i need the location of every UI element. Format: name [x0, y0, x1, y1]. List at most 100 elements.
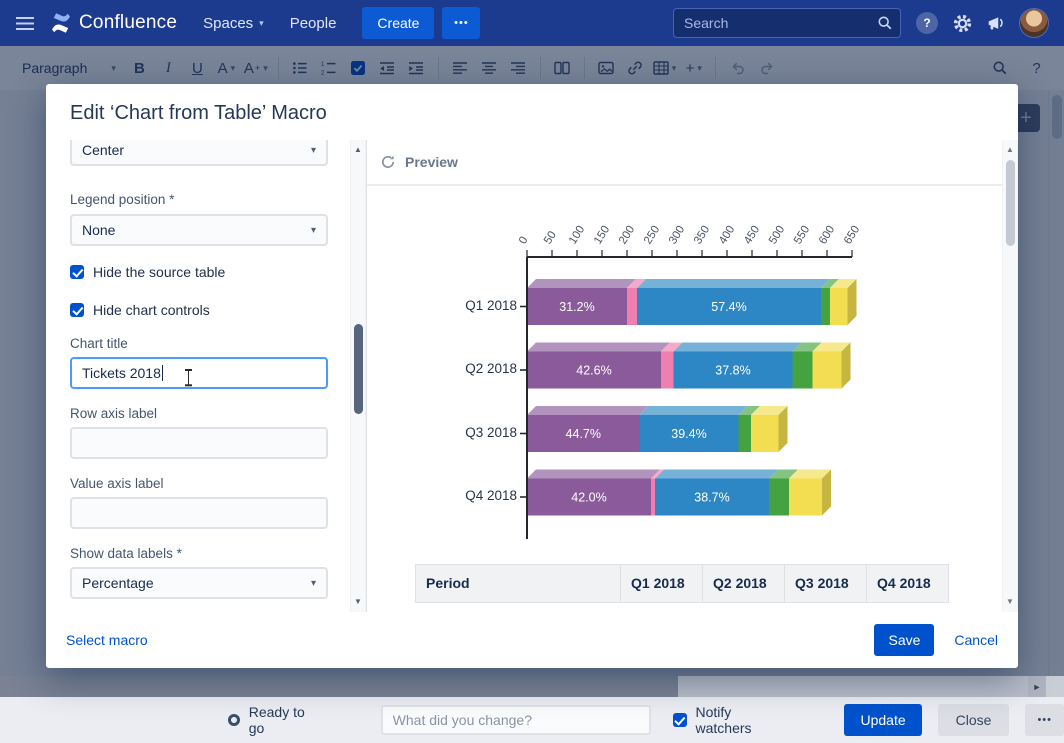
bar-segment-top [527, 279, 636, 288]
preview-scrollbar-thumb[interactable] [1006, 160, 1015, 246]
confluence-logo-icon [50, 12, 72, 34]
category-label: Q4 2018 [377, 488, 517, 503]
show-data-labels-label: Show data labels * [70, 546, 328, 562]
hide-chart-controls-checkbox[interactable]: Hide chart controls [70, 302, 328, 318]
nav-spaces[interactable]: Spaces ▾ [203, 15, 264, 32]
preview-table: Period Q1 2018 Q2 2018 Q3 2018 Q4 2018 [415, 564, 949, 603]
bar-data-label: 57.4% [711, 300, 746, 314]
save-button[interactable]: Save [874, 624, 934, 656]
preview-table-header: Q3 2018 [785, 565, 867, 603]
bar-data-label: 31.2% [559, 300, 594, 314]
checkbox-checked-icon[interactable] [70, 265, 84, 279]
bar-segment [651, 479, 655, 516]
chevron-down-icon: ▾ [311, 578, 316, 589]
macro-form: Center ▾ Legend position * None ▾ Hide t… [46, 140, 350, 612]
modal-footer: Select macro Save Cancel [46, 612, 1018, 668]
bar-segment [813, 352, 842, 389]
bottom-more-button[interactable]: ••• [1025, 704, 1064, 736]
preview-pane: Preview 31.2%57.4%42.6%37.8%44.7%39.4%42… [366, 140, 1002, 612]
value-axis-input[interactable] [70, 497, 328, 529]
bar-segment-top [527, 406, 649, 415]
show-data-labels-value: Percentage [82, 575, 154, 591]
bar-segment [789, 479, 822, 516]
horizontal-scrollbar-thumb[interactable] [0, 676, 678, 697]
show-data-labels-select[interactable]: Percentage ▾ [70, 567, 328, 599]
brand-text: Confluence [79, 12, 177, 34]
ibeam-cursor [184, 369, 193, 386]
horizontal-scrollbar-track[interactable] [0, 676, 1028, 697]
nav-people-label: People [290, 15, 337, 32]
notify-watchers-checkbox[interactable]: Notify watchers [673, 704, 787, 736]
scroll-down-arrow[interactable]: ▼ [351, 594, 365, 610]
status-circle-icon [228, 714, 240, 726]
scroll-right-arrow[interactable]: ► [1028, 676, 1046, 697]
refresh-icon[interactable] [380, 154, 396, 170]
help-icon[interactable]: ? [916, 12, 938, 34]
megaphone-icon[interactable] [987, 14, 1005, 32]
bar-segment [821, 288, 830, 325]
bar-segment [661, 352, 674, 389]
nav-spaces-label: Spaces [203, 15, 253, 32]
bar-data-label: 38.7% [694, 491, 729, 505]
bar-segment [751, 415, 779, 452]
category-label: Q2 2018 [377, 361, 517, 376]
update-button[interactable]: Update [844, 704, 921, 736]
create-button[interactable]: Create [362, 7, 434, 39]
chevron-down-icon: ▾ [311, 225, 316, 236]
settings-gear-icon[interactable] [953, 14, 972, 33]
legend-position-label: Legend position * [70, 192, 328, 208]
form-scrollbar[interactable]: ▲ ▼ [350, 140, 366, 612]
hide-source-table-label: Hide the source table [93, 264, 225, 280]
bar-data-label: 44.7% [566, 427, 601, 441]
scroll-up-arrow[interactable]: ▲ [351, 142, 365, 158]
bar-data-label: 37.8% [715, 364, 750, 378]
preview-table-header: Q2 2018 [703, 565, 785, 603]
modal-body: Center ▾ Legend position * None ▾ Hide t… [46, 140, 1018, 612]
row-axis-input[interactable] [70, 427, 328, 459]
bar-segment [830, 288, 848, 325]
scroll-down-arrow[interactable]: ▼ [1003, 594, 1017, 610]
search-icon[interactable] [877, 15, 893, 31]
preview-table-header: Q4 2018 [867, 565, 949, 603]
close-button[interactable]: Close [938, 704, 1010, 736]
bar-segment-top [640, 406, 748, 415]
top-navbar: Confluence Spaces ▾ People Create ••• ? [0, 0, 1064, 46]
nav-people[interactable]: People [290, 15, 337, 32]
checkbox-checked-icon[interactable] [70, 303, 84, 317]
legend-position-select[interactable]: None ▾ [70, 214, 328, 246]
category-label: Q3 2018 [377, 425, 517, 440]
bar-segment-top [674, 343, 802, 352]
hide-chart-controls-label: Hide chart controls [93, 302, 210, 318]
user-avatar[interactable] [1020, 9, 1048, 37]
chevron-down-icon: ▾ [311, 145, 316, 156]
form-scrollbar-thumb[interactable] [354, 324, 363, 414]
preview-table-header: Q1 2018 [621, 565, 703, 603]
confluence-home-link[interactable]: Confluence [50, 12, 177, 34]
scrollbar-corner [1046, 676, 1064, 697]
bar-segment-top [527, 343, 670, 352]
modal-title: Edit ‘Chart from Table’ Macro [70, 102, 994, 125]
checkbox-checked-icon[interactable] [673, 713, 687, 727]
select-macro-link[interactable]: Select macro [66, 632, 148, 648]
horizontal-scrollbar[interactable]: ► [0, 676, 1064, 697]
bar-data-label: 39.4% [671, 427, 706, 441]
hamburger-menu-icon[interactable] [16, 17, 34, 30]
preview-content: 31.2%57.4%42.6%37.8%44.7%39.4%42.0%38.7%… [367, 186, 1002, 612]
alignment-select[interactable]: Center ▾ [70, 140, 328, 166]
preview-title: Preview [405, 154, 458, 170]
bar-segment [627, 288, 637, 325]
value-axis-label: Value axis label [70, 476, 328, 492]
preview-scrollbar[interactable]: ▲ ▼ [1002, 140, 1018, 612]
hide-source-table-checkbox[interactable]: Hide the source table [70, 264, 328, 280]
scroll-up-arrow[interactable]: ▲ [1003, 142, 1017, 158]
bar-segment [739, 415, 752, 452]
search-input[interactable] [673, 8, 901, 38]
alignment-select-value: Center [82, 142, 124, 158]
global-search [673, 8, 901, 38]
version-comment-input[interactable] [381, 705, 651, 735]
chart-title-input[interactable]: Tickets 2018 [70, 357, 328, 389]
category-label: Q1 2018 [377, 298, 517, 313]
preview-header: Preview [367, 140, 1002, 186]
nav-more-button[interactable]: ••• [442, 7, 480, 39]
cancel-button[interactable]: Cancel [954, 632, 998, 648]
